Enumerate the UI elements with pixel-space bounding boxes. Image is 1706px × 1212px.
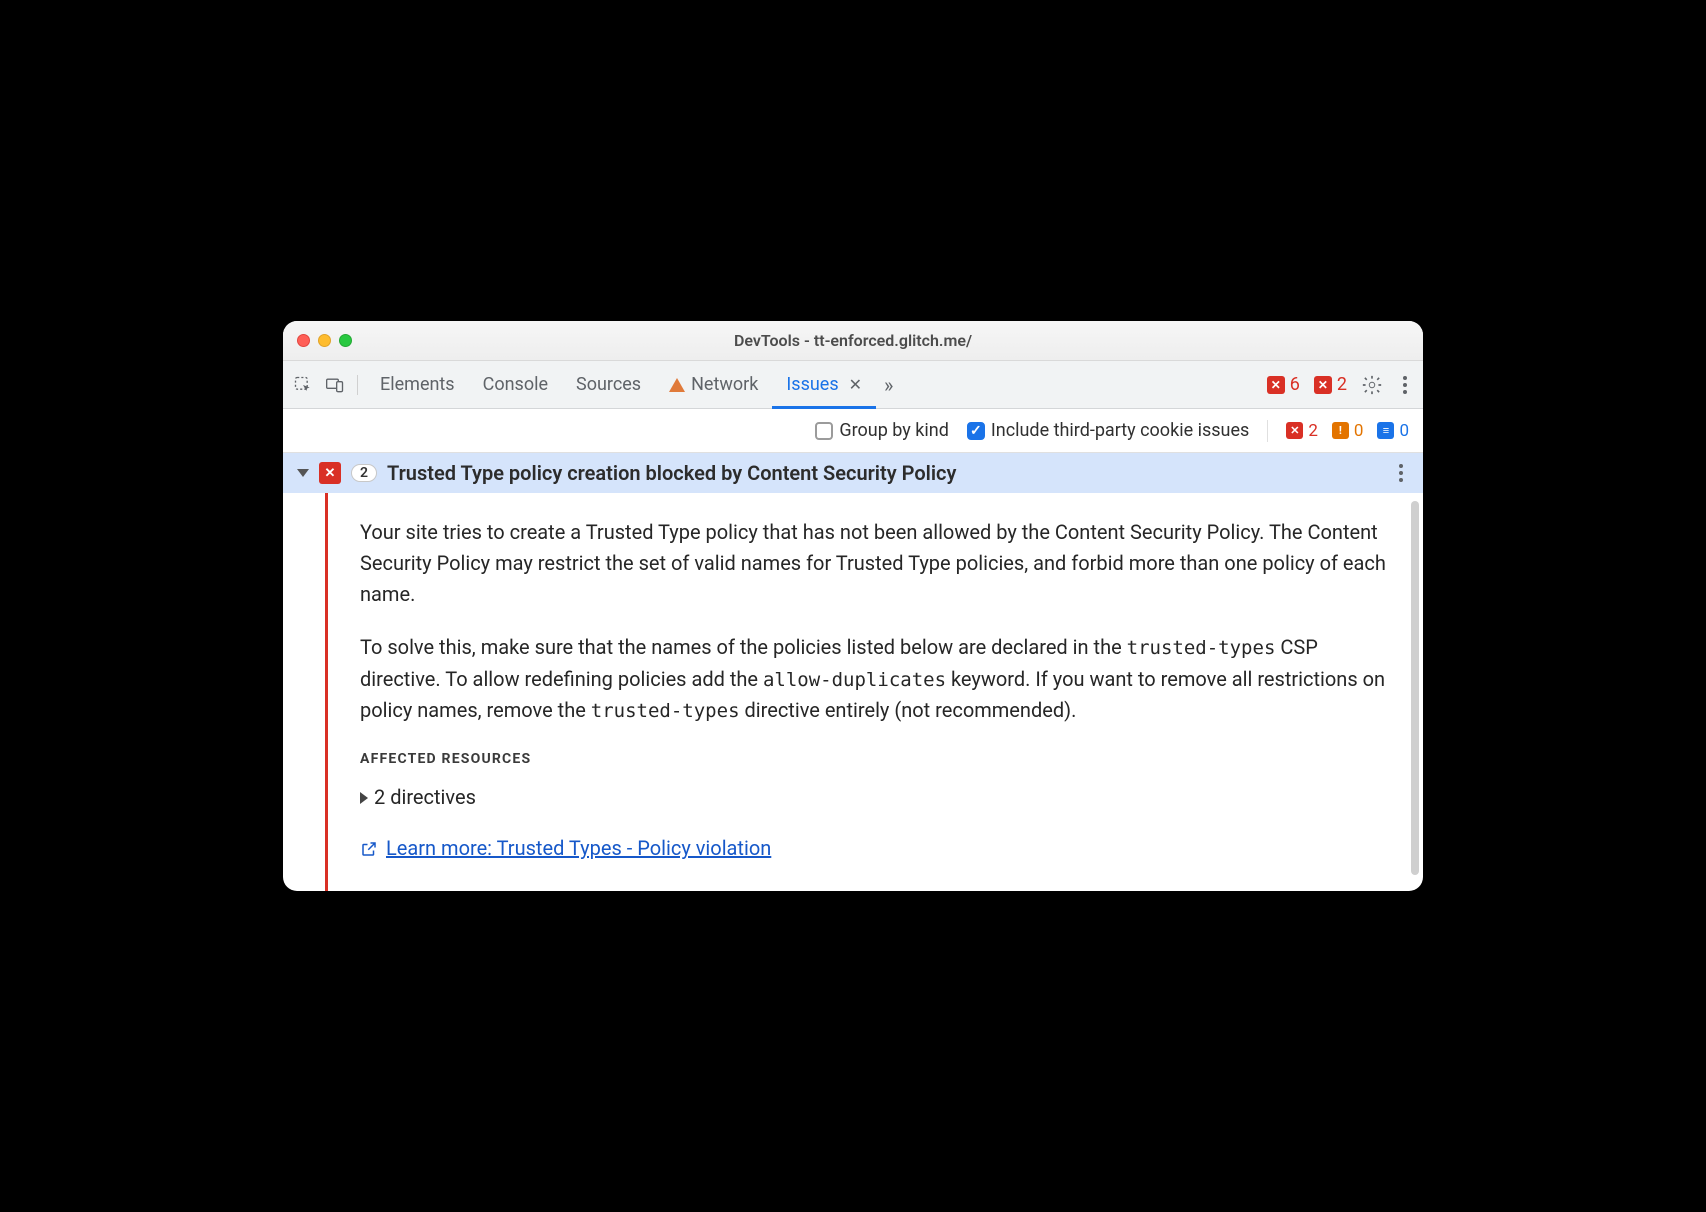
error-icon: ✕ <box>319 462 341 484</box>
include-cookie-label: Include third-party cookie issues <box>991 420 1249 441</box>
error-circle-icon: ✕ <box>1267 376 1285 394</box>
learn-more-link[interactable]: Learn more: Trusted Types - Policy viola… <box>360 833 771 864</box>
tab-elements[interactable]: Elements <box>366 361 469 408</box>
warning-icon <box>669 378 685 392</box>
more-tabs-icon[interactable]: » <box>876 373 901 397</box>
issue-body: Your site tries to create a Trusted Type… <box>283 493 1423 891</box>
scrollbar[interactable] <box>1409 501 1421 883</box>
issues-toolbar: Group by kind Include third-party cookie… <box>283 409 1423 453</box>
external-link-icon <box>360 840 378 858</box>
group-by-kind-label: Group by kind <box>839 420 949 441</box>
issues-content: ✕ 2 Trusted Type policy creation blocked… <box>283 453 1423 891</box>
tab-console[interactable]: Console <box>469 361 562 408</box>
group-by-kind-checkbox[interactable]: Group by kind <box>815 420 949 441</box>
breaking-changes-count[interactable]: !0 <box>1332 421 1364 441</box>
error-count: 6 <box>1290 374 1300 395</box>
include-cookie-checkbox[interactable]: Include third-party cookie issues <box>967 420 1249 441</box>
gear-icon[interactable] <box>1361 374 1383 396</box>
improvements-count[interactable]: ≡0 <box>1377 421 1409 441</box>
tab-issues[interactable]: Issues ✕ <box>772 361 876 408</box>
inspect-element-icon[interactable] <box>293 375 313 395</box>
code-trusted-types-2: trusted-types <box>591 700 740 722</box>
issue-title: Trusted Type policy creation blocked by … <box>387 461 956 485</box>
issue-count-badge[interactable]: ✕ 2 <box>1314 374 1347 395</box>
error-count-badge[interactable]: ✕ 6 <box>1267 374 1300 395</box>
close-window-button[interactable] <box>297 334 310 347</box>
info-square-icon: ≡ <box>1377 422 1394 439</box>
titlebar: DevTools - tt-enforced.glitch.me/ <box>283 321 1423 361</box>
devtools-window: DevTools - tt-enforced.glitch.me/ Elemen… <box>283 321 1423 891</box>
divider <box>1267 420 1268 442</box>
tab-network-label: Network <box>691 374 758 395</box>
issue-header[interactable]: ✕ 2 Trusted Type policy creation blocked… <box>283 453 1423 493</box>
issue-square-icon: ✕ <box>1314 376 1332 394</box>
issue-description-2: To solve this, make sure that the names … <box>360 632 1387 726</box>
kebab-menu-icon[interactable] <box>1397 376 1413 394</box>
expand-triangle-icon[interactable] <box>360 792 368 804</box>
issue-menu-icon[interactable] <box>1393 464 1409 482</box>
affected-resources-label: AFFECTED RESOURCES <box>360 749 1387 771</box>
devtools-tabbar: Elements Console Sources Network Issues … <box>283 361 1423 409</box>
close-tab-icon[interactable]: ✕ <box>849 375 862 394</box>
learn-more-text: Learn more: Trusted Types - Policy viola… <box>386 833 771 864</box>
traffic-lights <box>283 334 352 347</box>
page-errors-count[interactable]: ✕2 <box>1286 421 1318 441</box>
issue-description-1: Your site tries to create a Trusted Type… <box>360 517 1387 610</box>
code-allow-duplicates: allow-duplicates <box>763 669 946 691</box>
collapse-triangle-icon[interactable] <box>297 469 309 477</box>
directives-count: 2 directives <box>374 782 476 813</box>
warning-square-icon: ! <box>1332 422 1349 439</box>
issue-occurrence-count: 2 <box>351 464 377 482</box>
device-toolbar-icon[interactable] <box>325 375 345 395</box>
code-trusted-types: trusted-types <box>1127 637 1276 659</box>
window-title: DevTools - tt-enforced.glitch.me/ <box>283 331 1423 350</box>
tab-network[interactable]: Network <box>655 361 772 408</box>
scrollbar-thumb[interactable] <box>1411 501 1419 875</box>
tab-sources[interactable]: Sources <box>562 361 655 408</box>
minimize-window-button[interactable] <box>318 334 331 347</box>
checkbox-unchecked-icon <box>815 422 833 440</box>
error-square-icon: ✕ <box>1286 422 1303 439</box>
zoom-window-button[interactable] <box>339 334 352 347</box>
issue-count: 2 <box>1337 374 1347 395</box>
checkbox-checked-icon <box>967 422 985 440</box>
directives-row[interactable]: 2 directives <box>360 782 1387 813</box>
tab-issues-label: Issues <box>786 374 838 395</box>
issue-kind-counts: ✕2 !0 ≡0 <box>1286 421 1409 441</box>
